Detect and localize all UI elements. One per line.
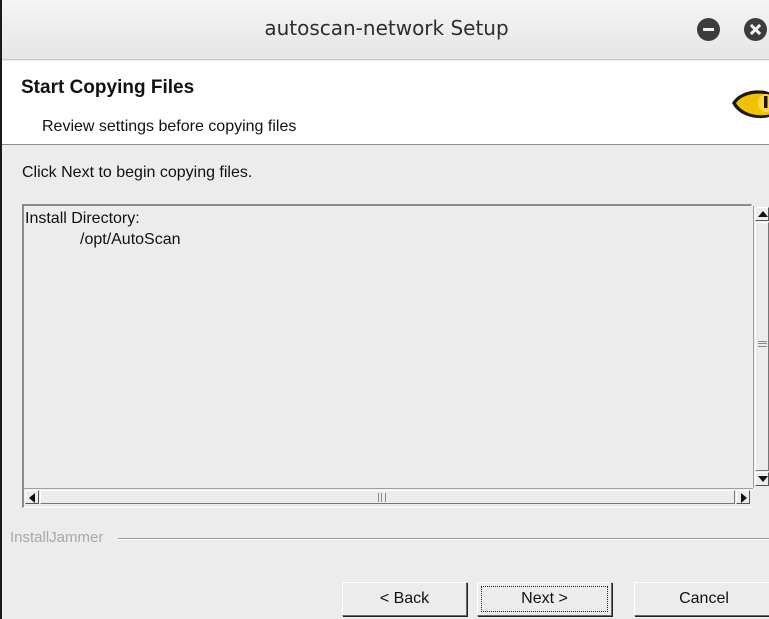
page-subtitle: Review settings before copying files xyxy=(42,118,297,135)
window-title: autoscan-network Setup xyxy=(264,16,509,40)
setup-window: autoscan-network Setup Start Copying Fil… xyxy=(0,0,769,619)
scroll-up-icon[interactable] xyxy=(755,207,769,221)
horizontal-scrollbar[interactable] xyxy=(24,488,753,506)
scroll-left-icon[interactable] xyxy=(25,490,39,504)
next-button-label: Next > xyxy=(521,590,568,607)
cancel-button[interactable]: Cancel xyxy=(634,582,769,616)
next-button[interactable]: Next > xyxy=(477,582,612,616)
install-directory-label: Install Directory: xyxy=(25,210,140,227)
settings-text-area[interactable]: Install Directory: /opt/AutoScan xyxy=(22,204,769,508)
close-icon[interactable] xyxy=(744,18,767,41)
horizontal-scroll-thumb[interactable] xyxy=(40,490,735,504)
installer-brand-label: InstallJammer xyxy=(10,529,104,546)
page-title: Start Copying Files xyxy=(21,77,195,98)
scroll-right-icon[interactable] xyxy=(736,490,750,504)
brand-divider xyxy=(118,538,769,540)
settings-content: Install Directory: /opt/AutoScan xyxy=(24,206,753,488)
vertical-scroll-thumb[interactable] xyxy=(755,222,769,471)
header-banner: Start Copying Files Review settings befo… xyxy=(2,61,769,145)
install-directory-value: /opt/AutoScan xyxy=(80,231,181,248)
instruction-text: Click Next to begin copying files. xyxy=(22,164,253,181)
vertical-scrollbar[interactable] xyxy=(753,206,769,488)
minimize-icon[interactable] xyxy=(697,18,720,41)
back-button[interactable]: < Back xyxy=(342,582,467,616)
scroll-corner xyxy=(753,488,769,506)
title-bar[interactable]: autoscan-network Setup xyxy=(2,0,769,60)
eye-logo-icon xyxy=(732,90,769,119)
scroll-down-icon[interactable] xyxy=(755,472,769,486)
